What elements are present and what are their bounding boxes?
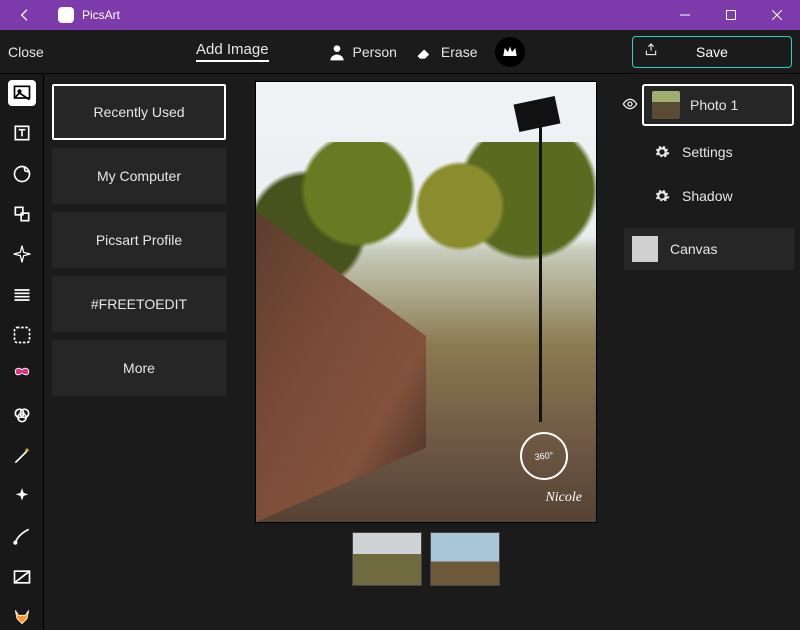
lines-icon <box>12 285 32 305</box>
spark-icon <box>12 244 32 264</box>
sticker-icon <box>12 164 32 184</box>
maximize-button[interactable] <box>708 0 754 30</box>
rail-wand[interactable] <box>8 443 36 469</box>
rail-sparkle[interactable] <box>8 483 36 509</box>
person-label: Person <box>353 44 397 60</box>
crown-icon <box>502 45 518 59</box>
settings-label: Settings <box>682 144 733 160</box>
rail-fox[interactable] <box>8 604 36 630</box>
wand-icon <box>12 446 32 466</box>
title-bar: PicsArt <box>0 0 800 30</box>
butterfly-icon <box>12 365 32 385</box>
erase-icon <box>415 42 435 62</box>
close-icon <box>772 10 782 20</box>
share-icon <box>643 42 659 61</box>
rail-image[interactable] <box>8 80 36 106</box>
rail-lines[interactable] <box>8 281 36 307</box>
frame-icon <box>12 325 32 345</box>
canvas-label: Canvas <box>670 241 717 257</box>
brush-icon <box>12 526 32 546</box>
maximize-icon <box>726 10 736 20</box>
fox-icon <box>12 607 32 627</box>
rail-sticker[interactable] <box>8 161 36 187</box>
close-button[interactable]: Close <box>8 44 58 60</box>
thumbnail-2[interactable] <box>430 532 500 586</box>
close-window-button[interactable] <box>754 0 800 30</box>
photo-signature: Nicole <box>545 490 582 506</box>
gear-icon <box>654 188 670 204</box>
window-title: PicsArt <box>82 8 120 22</box>
erase-label: Erase <box>441 44 478 60</box>
back-button[interactable] <box>0 0 50 30</box>
layers-panel: Photo 1 Settings Shadow Canvas <box>618 74 800 630</box>
source-recently-used[interactable]: Recently Used <box>52 84 226 140</box>
source-my-computer[interactable]: My Computer <box>52 148 226 204</box>
rail-brush[interactable] <box>8 523 36 549</box>
source-freetoedit[interactable]: #FREETOEDIT <box>52 276 226 332</box>
rail-mask[interactable] <box>8 563 36 589</box>
rail-frame[interactable] <box>8 322 36 348</box>
shapes-icon <box>12 204 32 224</box>
minimize-icon <box>680 10 690 20</box>
rail-butterfly[interactable] <box>8 362 36 388</box>
rail-shapes[interactable] <box>8 201 36 227</box>
layer-label: Photo 1 <box>690 97 738 113</box>
rail-text[interactable] <box>8 120 36 146</box>
source-more[interactable]: More <box>52 340 226 396</box>
layer-settings[interactable]: Settings <box>624 134 794 170</box>
arrow-left-icon <box>17 7 33 23</box>
thumbnail-strip <box>352 532 500 586</box>
save-button[interactable]: Save <box>632 36 792 68</box>
sparkle-icon <box>12 486 32 506</box>
thumbnail-1[interactable] <box>352 532 422 586</box>
source-picsart-profile[interactable]: Picsart Profile <box>52 212 226 268</box>
layer-shadow[interactable]: Shadow <box>624 178 794 214</box>
top-toolbar: Close Add Image Person Erase Save <box>0 30 800 74</box>
source-panel: Recently Used My Computer Picsart Profil… <box>44 74 234 630</box>
main-area: Recently Used My Computer Picsart Profil… <box>0 74 800 630</box>
color-icon <box>12 405 32 425</box>
visibility-icon[interactable] <box>622 96 638 115</box>
minimize-button[interactable] <box>662 0 708 30</box>
layer-photo1[interactable]: Photo 1 <box>642 84 794 126</box>
gear-icon <box>654 144 670 160</box>
canvas-swatch <box>632 236 658 262</box>
tool-rail <box>0 74 44 630</box>
image-icon <box>12 83 32 103</box>
badge-360: 360° <box>518 430 571 483</box>
layer-canvas[interactable]: Canvas <box>624 228 794 270</box>
save-label: Save <box>696 44 728 60</box>
rail-spark[interactable] <box>8 241 36 267</box>
rail-color[interactable] <box>8 402 36 428</box>
canvas-area: 360° Nicole <box>234 74 618 630</box>
person-icon <box>327 42 347 62</box>
layer-thumb <box>652 91 680 119</box>
app-icon <box>58 7 74 23</box>
add-image-tab[interactable]: Add Image <box>196 41 269 62</box>
premium-button[interactable] <box>495 37 525 67</box>
canvas-photo[interactable]: 360° Nicole <box>256 82 596 522</box>
mask-icon <box>12 567 32 587</box>
shadow-label: Shadow <box>682 188 733 204</box>
erase-tool[interactable]: Erase <box>415 42 478 62</box>
person-tool[interactable]: Person <box>327 42 397 62</box>
text-icon <box>12 123 32 143</box>
